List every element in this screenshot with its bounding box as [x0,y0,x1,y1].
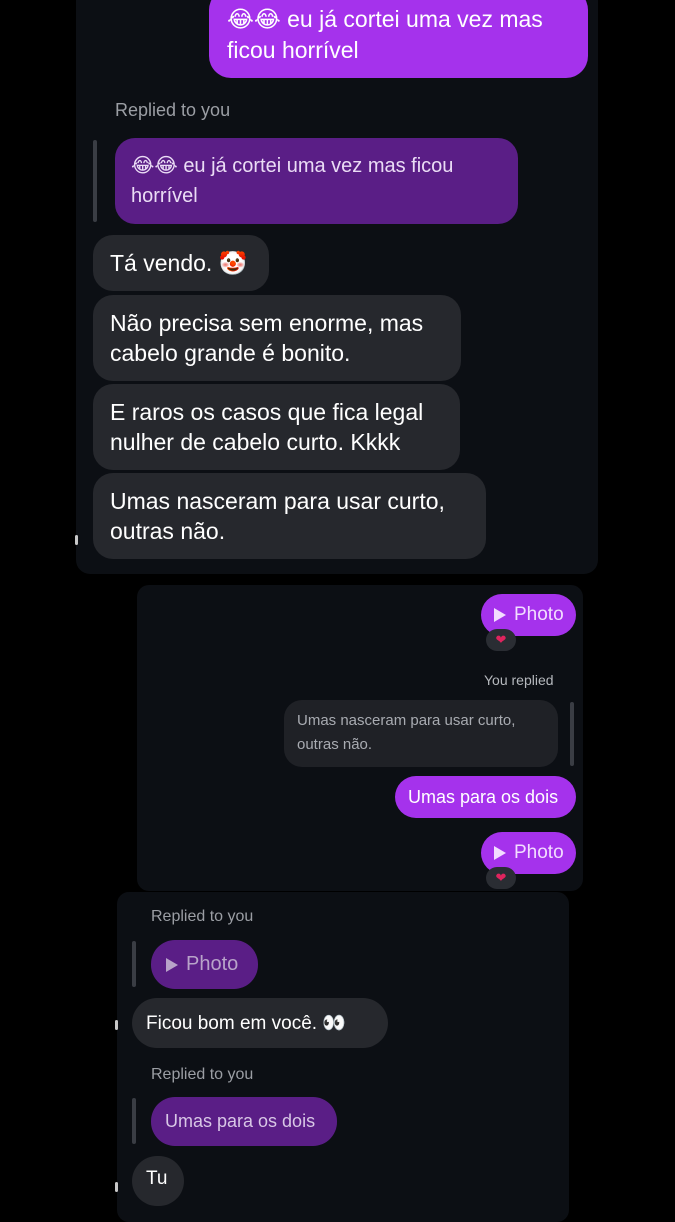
message-text: E raros os casos que fica legal nulher d… [110,399,424,455]
incoming-message-bubble[interactable]: Umas nasceram para usar curto, outras nã… [93,473,486,559]
outgoing-message-bubble[interactable]: 😂😂 eu já cortei uma vez mas ficou horrív… [209,0,588,78]
incoming-message-bubble[interactable]: Ficou bom em você. 👀 [132,998,388,1048]
quoted-message-bubble[interactable]: Umas para os dois [151,1097,337,1146]
message-text: Ficou bom em você. [146,1013,318,1034]
play-icon [166,957,178,972]
play-icon [494,846,506,860]
message-text: Tá vendo. [110,250,213,276]
play-icon [494,608,506,622]
quoted-message-text: eu já cortei uma vez mas ficou horrível [131,155,454,207]
heart-reaction[interactable]: ❤ [486,867,516,889]
replied-to-you-label: Replied to you [151,908,254,925]
photo-label: Photo [186,953,239,975]
quoted-message-text: Umas nasceram para usar curto, outras nã… [297,712,516,753]
quote-bar [93,140,97,222]
heart-reaction[interactable]: ❤ [486,629,516,651]
photo-label: Photo [514,604,564,625]
laughing-emoji-icon: 😂😂 [131,153,178,177]
incoming-message-bubble[interactable]: Tá vendo. 🤡 [93,235,269,291]
quoted-message-text: Umas para os dois [165,1111,316,1131]
heart-icon: ❤ [495,632,507,647]
message-text: Tu [146,1168,168,1189]
replied-to-you-label: Replied to you [115,100,231,120]
quoted-message-bubble[interactable]: 😂😂 eu já cortei uma vez mas ficou horrív… [115,138,518,224]
incoming-message-bubble[interactable]: Tu [132,1156,184,1206]
replied-to-you-label: Replied to you [151,1066,254,1083]
laughing-emoji-icon: 😂😂 [227,7,281,33]
message-text: Umas para os dois [408,787,559,807]
avatar-edge [115,1020,118,1030]
avatar-edge [75,535,78,545]
avatar-edge [115,1182,118,1192]
eyes-emoji-icon: 👀 [322,1012,347,1034]
photo-label: Photo [514,842,564,863]
heart-icon: ❤ [495,870,507,885]
quote-bar [132,1098,136,1144]
outgoing-message-bubble[interactable]: Umas para os dois [395,776,576,818]
quote-bar [570,702,574,766]
clown-emoji-icon: 🤡 [218,251,248,277]
incoming-message-bubble[interactable]: Não precisa sem enorme, mas cabelo grand… [93,295,461,381]
quote-bar [132,941,136,987]
message-text: Não precisa sem enorme, mas cabelo grand… [110,310,424,366]
message-text: Umas nasceram para usar curto, outras nã… [110,488,445,544]
incoming-message-bubble[interactable]: E raros os casos que fica legal nulher d… [93,384,460,470]
quoted-message-bubble[interactable]: Umas nasceram para usar curto, outras nã… [284,700,558,767]
quoted-photo-button[interactable]: Photo [151,940,258,989]
you-replied-label: You replied [484,672,554,688]
